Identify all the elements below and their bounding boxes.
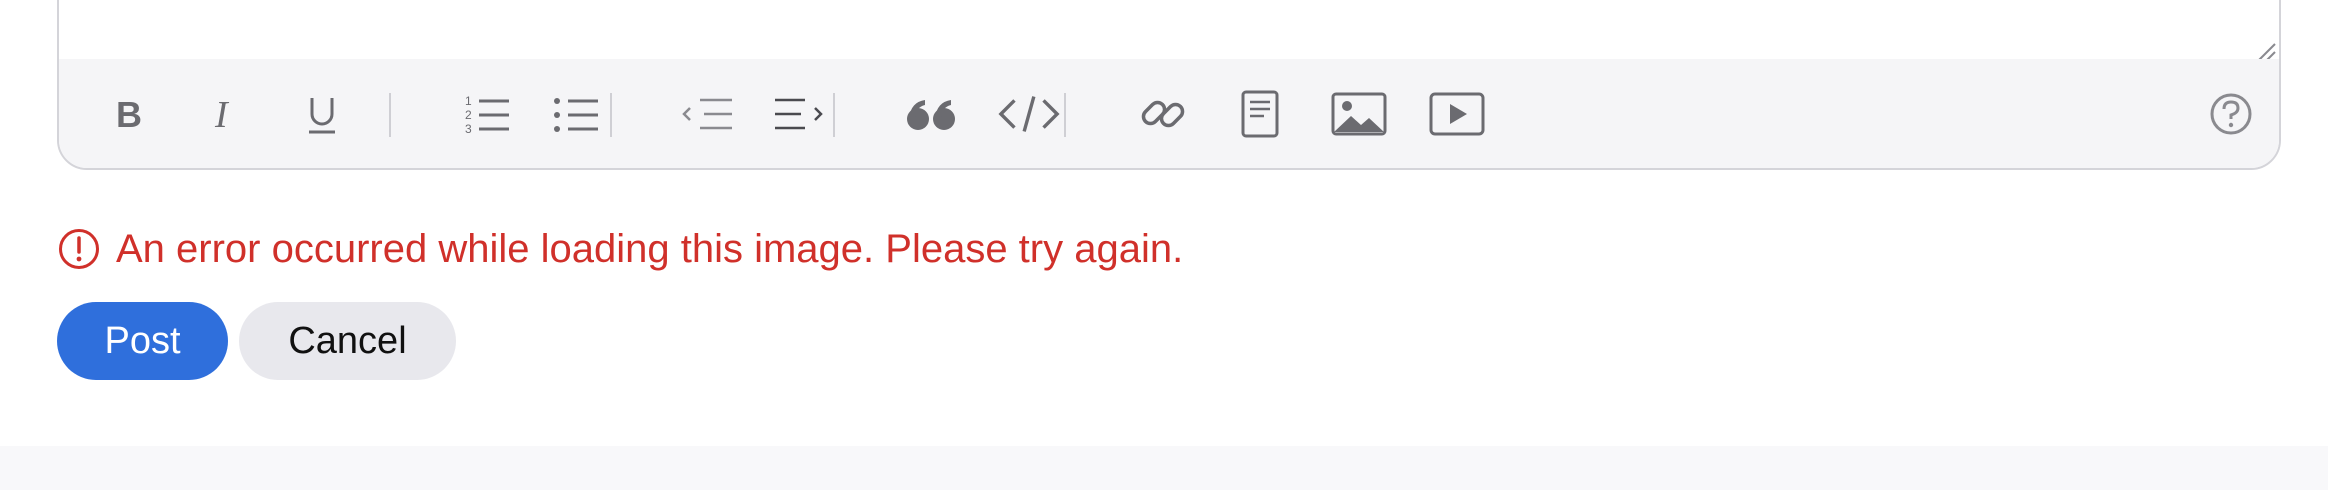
link-icon (1141, 100, 1185, 128)
image-icon (1331, 92, 1387, 136)
editor-text-area[interactable] (59, 0, 2279, 59)
italic-button[interactable]: I (193, 59, 257, 168)
document-button[interactable] (1228, 59, 1292, 168)
svg-text:I: I (214, 94, 230, 134)
cancel-button[interactable]: Cancel (239, 302, 456, 380)
link-button[interactable] (1131, 59, 1195, 168)
underline-button[interactable] (290, 59, 354, 168)
quote-button[interactable] (900, 59, 964, 168)
document-icon (1241, 90, 1279, 138)
svg-text:2: 2 (465, 108, 472, 122)
toolbar-divider (389, 93, 391, 137)
bold-icon: B (116, 94, 142, 134)
video-button[interactable] (1425, 59, 1489, 168)
svg-text:B: B (116, 94, 142, 134)
underline-icon (309, 98, 335, 134)
outdent-icon (682, 98, 732, 130)
formatting-toolbar: B I 1 2 3 (59, 59, 2279, 168)
outdent-button[interactable] (677, 59, 741, 168)
numbered-list-icon: 1 2 3 (465, 94, 509, 136)
toolbar-divider (610, 93, 612, 137)
error-message: An error occurred while loading this ima… (58, 224, 1183, 274)
indent-icon (775, 98, 823, 130)
svg-text:3: 3 (465, 122, 472, 136)
error-circle-icon (59, 229, 99, 269)
bulleted-list-button[interactable] (545, 59, 609, 168)
help-icon (2210, 93, 2252, 135)
italic-icon: I (214, 94, 230, 134)
code-icon (998, 96, 1060, 132)
toolbar-divider (1064, 93, 1066, 137)
toolbar-divider (833, 93, 835, 137)
error-text: An error occurred while loading this ima… (116, 226, 1184, 271)
bold-button[interactable]: B (96, 59, 160, 168)
bulleted-list-icon (554, 98, 598, 132)
video-icon (1429, 92, 1485, 136)
indent-button[interactable] (769, 59, 833, 168)
rich-text-editor: B I 1 2 3 (57, 0, 2281, 170)
image-button[interactable] (1327, 59, 1391, 168)
page-footer-band (0, 446, 2328, 490)
post-button[interactable]: Post (57, 302, 228, 380)
quote-icon (907, 100, 955, 130)
help-button[interactable] (2199, 59, 2263, 168)
code-button[interactable] (997, 59, 1061, 168)
svg-text:1: 1 (465, 94, 472, 108)
numbered-list-button[interactable]: 1 2 3 (456, 59, 520, 168)
